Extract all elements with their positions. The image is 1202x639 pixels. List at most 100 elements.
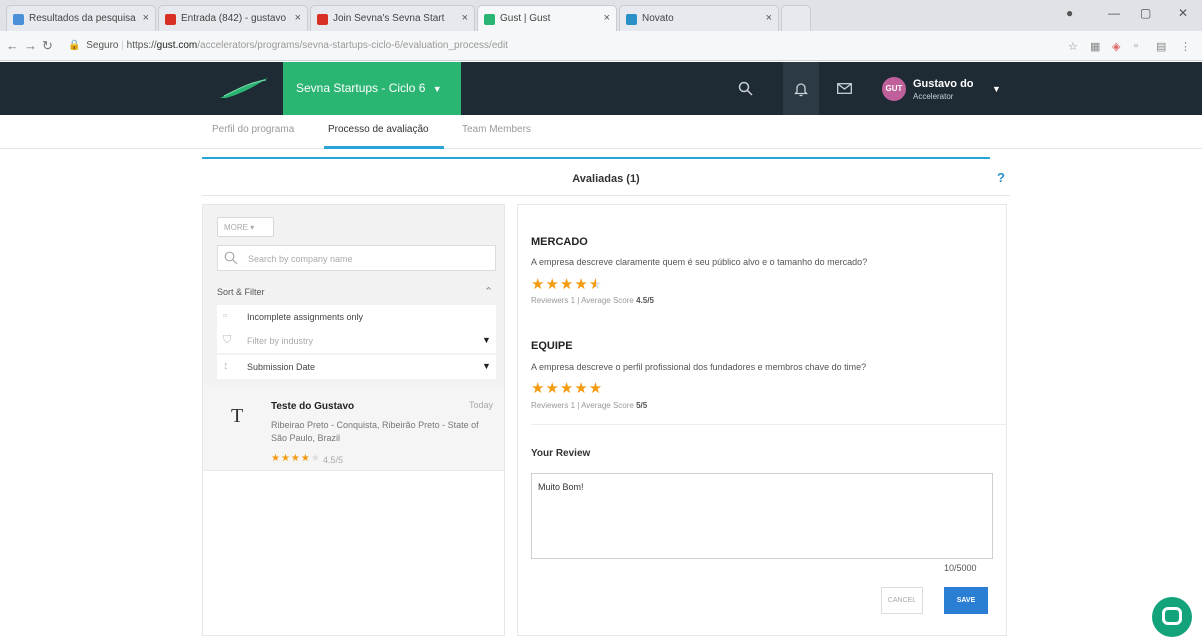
sort-filter-label: Sort & Filter (217, 287, 265, 297)
section-title: MERCADO (531, 236, 588, 248)
list-item[interactable]: T Teste do Gustavo Today Ribeirao Preto … (203, 385, 504, 471)
back-icon[interactable]: ← (6, 38, 19, 53)
section-meta: Reviewers 1 | Average Score 4.5/5 (531, 296, 654, 305)
company-date: Today (469, 400, 494, 410)
tab-title: Novato (642, 13, 674, 24)
tab-perfil-do-programa[interactable]: Perfil do programa (212, 124, 294, 135)
filter-label: Submission Date (247, 362, 316, 372)
section-question: A empresa descreve claramente quem é seu… (531, 257, 868, 267)
tab-title: Resultados da pesquisa (29, 13, 136, 24)
chat-launcher-icon[interactable] (1152, 597, 1192, 637)
close-tab-icon[interactable]: × (462, 12, 468, 24)
browser-tab-active[interactable]: Gust | Gust × (477, 5, 617, 31)
review-label: Your Review (531, 448, 591, 459)
tab-favicon-icon (13, 14, 24, 25)
url-scheme: https:// (126, 40, 157, 51)
close-tab-icon[interactable]: × (295, 12, 301, 24)
browser-tab[interactable]: Join Sevna's Sevna Start × (310, 5, 475, 31)
address-bar: ← → ↻ 🔒 Seguro | https://gust.com/accele… (0, 31, 1202, 61)
chevron-down-icon: ▼ (482, 361, 491, 371)
search-placeholder: Search by company name (248, 254, 353, 264)
company-list-panel: MORE ▾ Search by company name Sort & Fil… (202, 204, 505, 636)
maximize-icon[interactable]: ▢ (1140, 6, 1151, 20)
user-menu-chevron-icon[interactable]: ▼ (992, 84, 1001, 94)
section-question: A empresa descreve o perfil profissional… (531, 362, 867, 372)
app-header: Sevna Startups - Ciclo 6 ▼ GUT Gustavo d… (0, 62, 1202, 115)
company-initial: T (231, 405, 244, 427)
program-selector[interactable]: Sevna Startups - Ciclo 6 ▼ (283, 62, 461, 115)
gust-favicon-icon (484, 14, 495, 25)
tab-avaliadas[interactable]: Avaliadas (1) (202, 160, 1010, 196)
more-dropdown[interactable]: MORE ▾ (217, 217, 274, 237)
dropdown-label: MORE (224, 223, 248, 232)
tab-title: Entrada (842) - gustavo (181, 13, 287, 24)
close-window-icon[interactable]: ✕ (1178, 6, 1188, 20)
help-icon[interactable]: ? (997, 170, 1005, 185)
browser-tab[interactable]: Novato × (619, 5, 779, 31)
company-location: Ribeirao Preto - Conquista, Ribeirão Pre… (271, 420, 479, 443)
tab-team-members[interactable]: Team Members (462, 124, 531, 135)
character-counter: 10/5000 (944, 563, 977, 573)
mail-icon[interactable] (826, 62, 862, 115)
extension-icon[interactable]: ◈ (1112, 40, 1120, 53)
company-name[interactable]: Teste do Gustavo (271, 401, 354, 412)
minimize-icon[interactable]: — (1108, 6, 1120, 20)
collapse-chevron-icon[interactable]: ⌃ (484, 285, 493, 298)
section-top-border (202, 157, 990, 159)
extension-icon[interactable]: ▦ (1090, 40, 1100, 53)
tab-title: Gust | Gust (500, 13, 551, 24)
reload-icon[interactable]: ↻ (42, 38, 53, 54)
browser-tab[interactable]: Entrada (842) - gustavo × (158, 5, 308, 31)
user-role: Accelerator (913, 92, 954, 101)
section-title: EQUIPE (531, 340, 573, 352)
company-search-field[interactable]: Search by company name (217, 245, 496, 271)
filter-label: Filter by industry (247, 336, 314, 346)
evaluation-panel: MERCADO A empresa descreve claramente qu… (517, 204, 1007, 636)
menu-icon[interactable]: ⋮ (1180, 40, 1191, 53)
gust-logo-icon[interactable] (218, 76, 270, 100)
chevron-down-icon: ▼ (432, 84, 442, 94)
forward-icon[interactable]: → (24, 38, 37, 53)
tab-title: Join Sevna's Sevna Start (333, 13, 445, 24)
new-tab-button[interactable] (781, 5, 811, 31)
incomplete-assignments-filter[interactable]: ▫ Incomplete assignments only (217, 305, 496, 329)
save-button[interactable]: SAVE (944, 587, 988, 614)
browser-tab[interactable]: Resultados da pesquisa × (6, 5, 156, 31)
review-textarea[interactable]: Muito Bom! (531, 473, 993, 559)
section-rating-stars[interactable]: ★★★★★ (531, 275, 603, 293)
tab-favicon-icon (626, 14, 637, 25)
close-tab-icon[interactable]: × (604, 12, 610, 24)
bell-icon[interactable] (783, 62, 819, 115)
url-host: gust.com (156, 40, 198, 51)
user-name[interactable]: Gustavo do (913, 78, 974, 90)
company-rating-stars: ★★★★★ (271, 453, 321, 464)
program-label: Sevna Startups - Ciclo 6 (296, 81, 426, 95)
search-icon[interactable] (727, 62, 763, 115)
section-rating-stars[interactable]: ★★★★★ (531, 379, 603, 397)
submission-date-filter[interactable]: ↕ Submission Date ▼ (217, 355, 496, 379)
divider (531, 424, 1006, 425)
lock-icon: 🔒 (68, 40, 81, 51)
extension-icon[interactable]: ▤ (1156, 40, 1166, 53)
bookmark-star-icon[interactable]: ☆ (1068, 40, 1078, 53)
close-tab-icon[interactable]: × (766, 12, 772, 24)
avatar[interactable]: GUT (882, 77, 906, 101)
gmail-icon (165, 14, 176, 25)
extension-icon[interactable]: ▫ (1134, 40, 1138, 52)
chevron-down-icon: ▾ (250, 223, 255, 232)
funnel-icon: ⛉ (223, 334, 232, 346)
gmail-icon (317, 14, 328, 25)
industry-filter[interactable]: ⛉ Filter by industry ▼ (217, 329, 496, 353)
company-score: 4.5/5 (323, 455, 344, 465)
profile-icon[interactable]: ● (1066, 6, 1073, 20)
chevron-down-icon: ▼ (482, 335, 491, 345)
url-path: /accelerators/programs/sevna-startups-ci… (197, 40, 508, 51)
browser-tab-strip: Resultados da pesquisa × Entrada (842) -… (0, 0, 1202, 31)
active-tab-indicator (324, 146, 444, 149)
checkbox-icon[interactable]: ▫ (223, 310, 227, 322)
close-tab-icon[interactable]: × (143, 12, 149, 24)
url-field[interactable]: 🔒 Seguro | https://gust.com/accelerators… (68, 37, 508, 55)
section-meta: Reviewers 1 | Average Score 5/5 (531, 401, 648, 410)
cancel-button[interactable]: CANCEL (881, 587, 923, 614)
tab-processo-de-avaliacao[interactable]: Processo de avaliação (328, 124, 429, 135)
